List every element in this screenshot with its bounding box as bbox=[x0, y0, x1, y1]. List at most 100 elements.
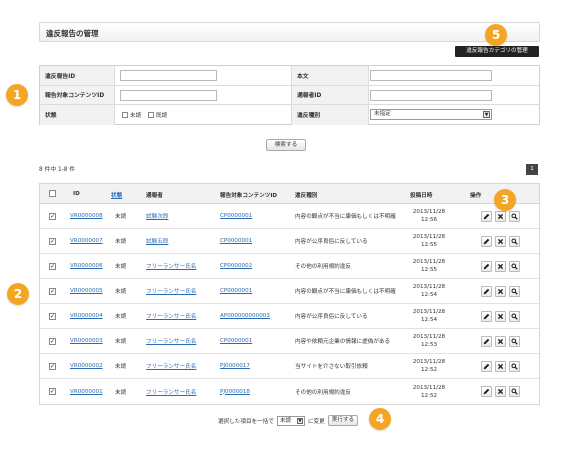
violation-type-select[interactable]: 未指定 ▼ bbox=[370, 109, 492, 120]
edit-button[interactable] bbox=[481, 361, 492, 372]
row-violation-type: 当サイトを介さない取引依頼 bbox=[295, 364, 368, 370]
search-button[interactable]: 検索する bbox=[266, 139, 306, 151]
view-button[interactable] bbox=[509, 336, 520, 347]
report-id-input[interactable] bbox=[120, 70, 217, 81]
report-id-link[interactable]: VR0000007 bbox=[70, 229, 103, 253]
view-button[interactable] bbox=[509, 386, 520, 397]
report-id-link[interactable]: VR0000008 bbox=[70, 204, 103, 228]
table-row: ✓ VR0000007 未読 試験五郎 CP0000001 内容が公序良俗に反している 20… bbox=[40, 229, 539, 254]
view-button[interactable] bbox=[509, 261, 520, 272]
delete-button[interactable] bbox=[495, 336, 506, 347]
row-time: 12:54 bbox=[420, 317, 438, 323]
edit-button[interactable] bbox=[481, 211, 492, 222]
row-time: 12:52 bbox=[420, 367, 438, 373]
row-checkbox[interactable]: ✓ bbox=[49, 288, 56, 295]
bulk-prefix: 選択した項目を一括で bbox=[218, 418, 274, 425]
content-id-link[interactable]: CP0000002 bbox=[220, 254, 252, 278]
header-status[interactable]: 状態 bbox=[111, 191, 122, 199]
row-date: 2013/11/28 bbox=[412, 234, 446, 240]
page-title-bar: 違反報告の管理 bbox=[39, 22, 540, 42]
bulk-status-select[interactable]: 未読 ▼ bbox=[276, 415, 305, 426]
view-button[interactable] bbox=[509, 211, 520, 222]
status-unread-checkbox[interactable] bbox=[122, 112, 128, 118]
close-icon bbox=[497, 288, 504, 295]
execute-button[interactable]: 実行する bbox=[327, 415, 359, 426]
report-category-management-button[interactable]: 違反報告カテゴリの管理 bbox=[455, 46, 539, 57]
reporter-link[interactable]: フリーランサー氏名 bbox=[146, 354, 196, 378]
reporter-link[interactable]: フリーランサー氏名 bbox=[146, 379, 196, 404]
pencil-icon bbox=[483, 263, 490, 270]
content-id-link[interactable]: PJ0000017 bbox=[220, 354, 250, 378]
body-label: 本文 bbox=[291, 66, 369, 85]
page-number-1[interactable]: 1 bbox=[526, 164, 538, 175]
row-checkbox[interactable]: ✓ bbox=[49, 263, 56, 270]
edit-button[interactable] bbox=[481, 236, 492, 247]
close-icon bbox=[497, 338, 504, 345]
row-checkbox[interactable]: ✓ bbox=[49, 213, 56, 220]
body-input[interactable] bbox=[370, 70, 492, 81]
close-icon bbox=[497, 213, 504, 220]
callout-badge-3: 3 bbox=[494, 189, 516, 211]
report-id-link[interactable]: VR0000006 bbox=[70, 254, 103, 278]
report-id-link[interactable]: VR0000002 bbox=[70, 354, 103, 378]
edit-button[interactable] bbox=[481, 286, 492, 297]
close-icon bbox=[497, 263, 504, 270]
report-id-link[interactable]: VR0000005 bbox=[70, 279, 103, 303]
reporter-link[interactable]: フリーランサー氏名 bbox=[146, 279, 196, 303]
reporter-link[interactable]: フリーランサー氏名 bbox=[146, 254, 196, 278]
reporter-link[interactable]: フリーランサー氏名 bbox=[146, 329, 196, 353]
delete-button[interactable] bbox=[495, 236, 506, 247]
view-button[interactable] bbox=[509, 286, 520, 297]
header-content-id: 報告対象コンテンツID bbox=[220, 193, 278, 199]
row-violation-type: 内容が公序良俗に反している bbox=[295, 314, 368, 320]
report-id-link[interactable]: VR0000001 bbox=[70, 379, 103, 404]
content-id-link[interactable]: CP0000001 bbox=[220, 279, 252, 303]
view-button[interactable] bbox=[509, 361, 520, 372]
delete-button[interactable] bbox=[495, 311, 506, 322]
pencil-icon bbox=[483, 388, 490, 395]
delete-button[interactable] bbox=[495, 286, 506, 297]
reporter-id-input[interactable] bbox=[370, 89, 492, 101]
edit-button[interactable] bbox=[481, 386, 492, 397]
content-id-link[interactable]: CP0000001 bbox=[220, 229, 252, 253]
view-button[interactable] bbox=[509, 236, 520, 247]
row-checkbox[interactable]: ✓ bbox=[49, 313, 56, 320]
row-checkbox[interactable]: ✓ bbox=[49, 238, 56, 245]
row-checkbox[interactable]: ✓ bbox=[49, 338, 56, 345]
row-checkbox[interactable]: ✓ bbox=[49, 363, 56, 370]
edit-button[interactable] bbox=[481, 261, 492, 272]
close-icon bbox=[497, 363, 504, 370]
delete-button[interactable] bbox=[495, 261, 506, 272]
status-read-checkbox[interactable] bbox=[148, 112, 154, 118]
content-id-link[interactable]: AP000000000003 bbox=[220, 304, 270, 328]
row-checkbox[interactable]: ✓ bbox=[49, 388, 56, 395]
reporter-id-label: 通報者ID bbox=[291, 85, 369, 104]
reporter-link[interactable]: フリーランサー氏名 bbox=[146, 304, 196, 328]
delete-button[interactable] bbox=[495, 211, 506, 222]
view-button[interactable] bbox=[509, 311, 520, 322]
row-date: 2013/11/28 bbox=[412, 384, 446, 391]
edit-button[interactable] bbox=[481, 311, 492, 322]
edit-button[interactable] bbox=[481, 336, 492, 347]
row-violation-type: 内容の観点が不当に康価もしくは不明確 bbox=[295, 289, 396, 295]
content-id-link[interactable]: PJ0000018 bbox=[220, 379, 250, 404]
report-id-link[interactable]: VR0000003 bbox=[70, 329, 103, 353]
delete-button[interactable] bbox=[495, 386, 506, 397]
row-actions bbox=[481, 211, 520, 222]
reporter-link[interactable]: 試験五郎 bbox=[146, 229, 168, 253]
delete-button[interactable] bbox=[495, 361, 506, 372]
row-posted-at: 2013/11/28 12:52 bbox=[408, 379, 450, 404]
row-actions bbox=[481, 286, 520, 297]
search-icon bbox=[511, 238, 518, 245]
content-id-input[interactable] bbox=[120, 89, 217, 101]
content-id-link[interactable]: CP0000001 bbox=[220, 204, 252, 228]
content-id-link[interactable]: CP0000001 bbox=[220, 329, 252, 353]
select-all-checkbox[interactable] bbox=[49, 190, 56, 197]
report-id-link[interactable]: VR0000004 bbox=[70, 304, 103, 328]
status-read-option[interactable]: 既読 bbox=[148, 111, 167, 119]
reporter-link[interactable]: 試験次郎 bbox=[146, 204, 168, 228]
row-posted-at: 2013/11/28 12:55 bbox=[408, 254, 450, 278]
chevron-down-icon: ▼ bbox=[296, 417, 303, 424]
row-posted-at: 2013/11/28 12:55 bbox=[408, 229, 450, 253]
status-unread-option[interactable]: 未読 bbox=[122, 111, 141, 119]
